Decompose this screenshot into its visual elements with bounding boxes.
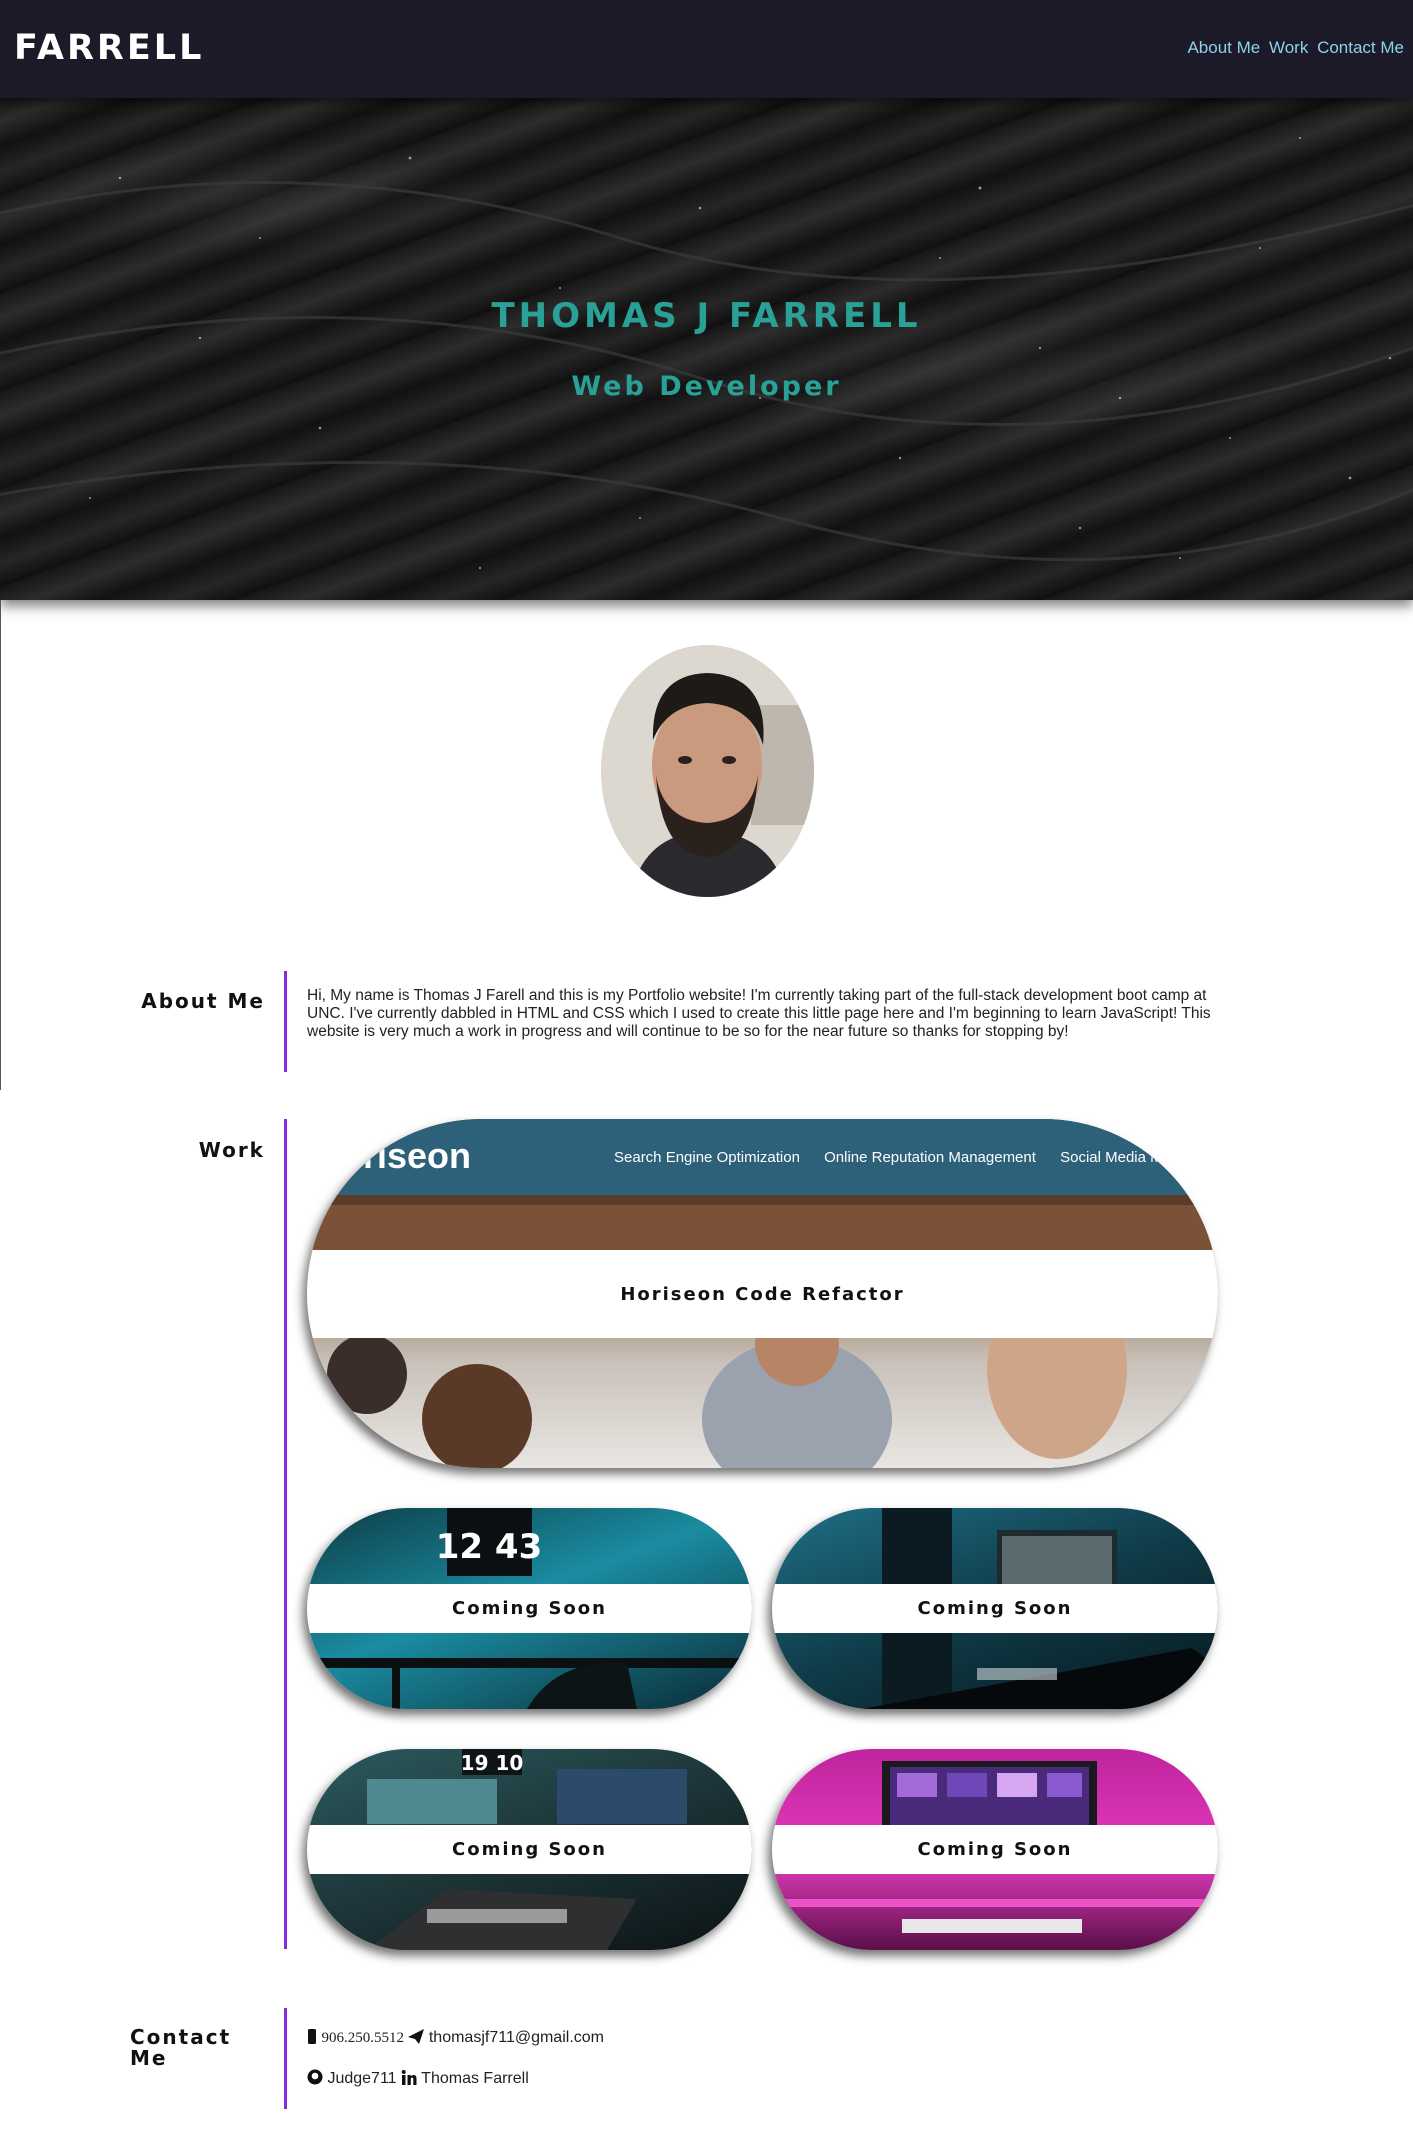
contact-linkedin[interactable]: Thomas Farrell bbox=[421, 2070, 529, 2087]
github-icon bbox=[307, 2069, 323, 2085]
project-2-title: Coming Soon bbox=[917, 1598, 1073, 1619]
featured-project-card[interactable]: oriseon Search Engine Optimization Onlin… bbox=[307, 1119, 1218, 1468]
site-logo[interactable]: FARRELL bbox=[14, 28, 204, 68]
project-card-2[interactable]: Coming Soon bbox=[772, 1508, 1218, 1709]
project-4-band: Coming Soon bbox=[772, 1825, 1218, 1874]
project-card-3[interactable]: 19 10 Coming Soon bbox=[307, 1749, 752, 1950]
contact-github[interactable]: Judge711 bbox=[327, 2070, 396, 2087]
hero-name: THOMAS J FARRELL bbox=[491, 296, 922, 336]
hero-sand-texture bbox=[0, 137, 1413, 570]
about-text: Hi, My name is Thomas J Farell and this … bbox=[307, 987, 1211, 1040]
contact-heading: Contact Me bbox=[130, 2025, 232, 2070]
project-card-1[interactable]: 12 43 Coming Soon bbox=[307, 1508, 752, 1709]
about-divider bbox=[284, 971, 287, 1072]
featured-project-title: Horiseon Code Refactor bbox=[620, 1283, 905, 1305]
contact-line-2: Judge711 Thomas Farrell bbox=[307, 2069, 529, 2088]
hero-banner: THOMAS J FARRELL Web Developer bbox=[0, 98, 1413, 600]
project-1-clock: 12 43 bbox=[436, 1527, 542, 1567]
page-left-border bbox=[0, 600, 1, 1090]
main-nav: About Me Work Contact Me bbox=[1183, 38, 1404, 58]
project-3-band: Coming Soon bbox=[307, 1825, 752, 1874]
project-4-title: Coming Soon bbox=[917, 1839, 1073, 1860]
project-1-title: Coming Soon bbox=[452, 1598, 607, 1619]
paper-plane-icon bbox=[408, 2029, 425, 2044]
project-3-title: Coming Soon bbox=[452, 1839, 607, 1860]
project-3-clock: 19 10 bbox=[461, 1751, 524, 1775]
linkedin-icon bbox=[401, 2070, 417, 2085]
project-2-band: Coming Soon bbox=[772, 1584, 1218, 1633]
contact-divider bbox=[284, 2008, 287, 2109]
project-card-4[interactable]: Coming Soon bbox=[772, 1749, 1218, 1950]
featured-title-band: Horiseon Code Refactor bbox=[307, 1250, 1218, 1338]
nav-work-link[interactable]: Work bbox=[1269, 38, 1308, 57]
contact-email[interactable]: thomasjf711@gmail.com bbox=[429, 2029, 604, 2046]
work-divider bbox=[284, 1119, 287, 1949]
about-heading: About Me bbox=[141, 989, 265, 1013]
nav-contact-link[interactable]: Contact Me bbox=[1317, 38, 1404, 57]
contact-phone[interactable]: 906.250.5512 bbox=[321, 2030, 404, 2046]
phone-icon bbox=[308, 2029, 316, 2044]
profile-photo bbox=[601, 645, 814, 897]
contact-line-1: 906.250.5512 thomasjf711@gmail.com bbox=[307, 2029, 604, 2047]
site-header: FARRELL About Me Work Contact Me bbox=[0, 0, 1413, 98]
work-heading: Work bbox=[198, 1138, 265, 1162]
hero-subtitle: Web Developer bbox=[571, 371, 842, 402]
nav-about-link[interactable]: About Me bbox=[1187, 38, 1260, 57]
project-1-band: Coming Soon bbox=[307, 1584, 752, 1633]
